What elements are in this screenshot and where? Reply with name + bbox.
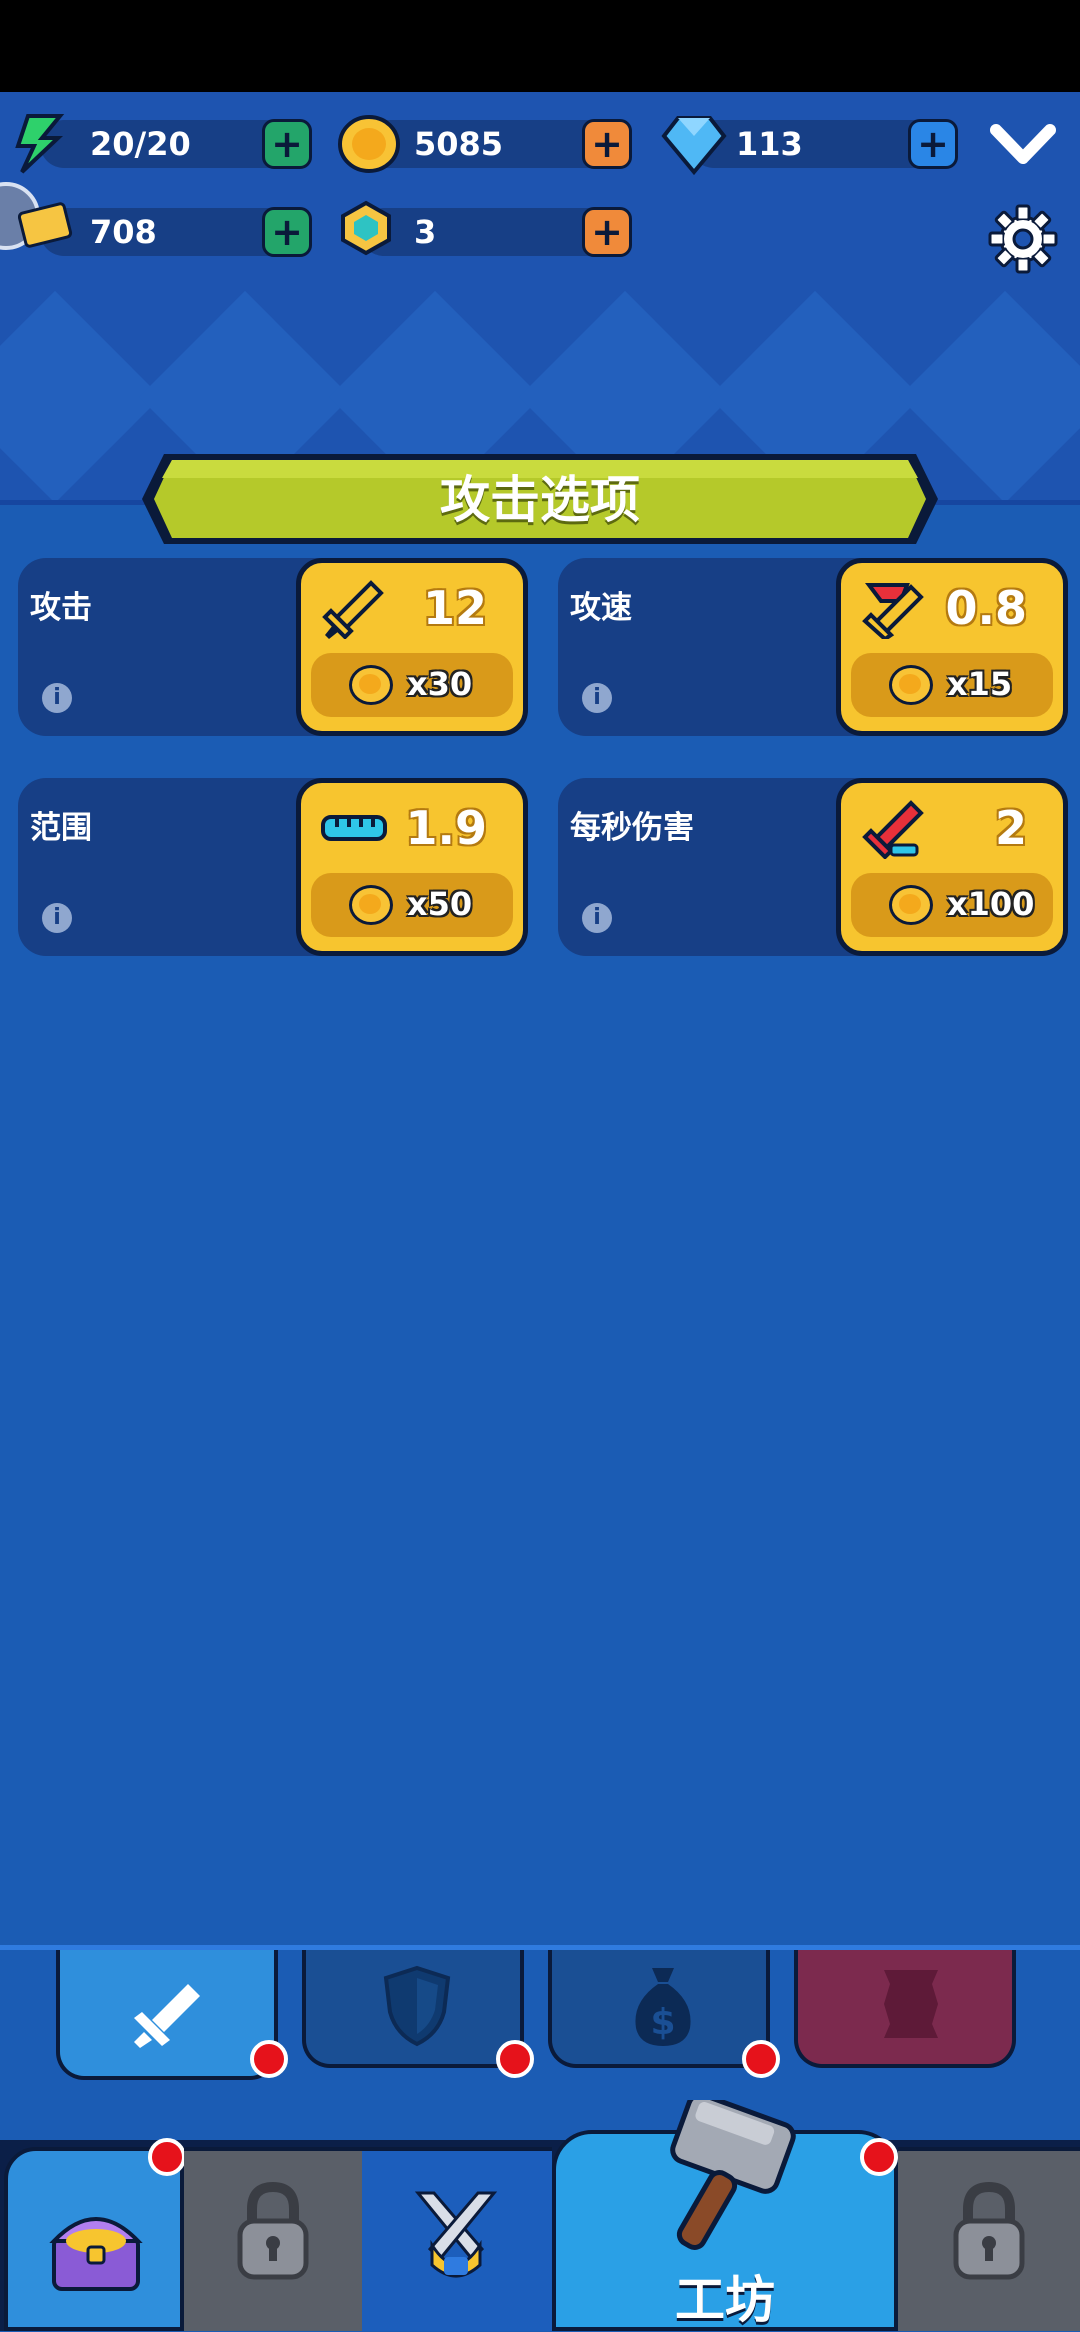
sword-icon	[322, 580, 384, 639]
nav-shop[interactable]	[4, 2147, 184, 2331]
upgrade-card-attack: 攻击 i 12 x30	[18, 558, 528, 736]
status-bar	[0, 0, 1080, 92]
upgrade-value: 12	[422, 581, 487, 635]
upgrade-cost: x15	[947, 665, 1013, 703]
notification-dot	[148, 2138, 186, 2176]
upgrade-cost: x30	[407, 665, 473, 703]
gold-coin-icon	[349, 665, 393, 705]
add-energy-button[interactable]: +	[262, 119, 312, 169]
upgrade-label: 每秒伤害	[570, 810, 694, 846]
notification-dot	[250, 2040, 288, 2078]
treasure-chest-icon	[49, 2217, 143, 2291]
workshop-label: 工坊	[675, 2271, 775, 2329]
gems-value: 113	[736, 125, 803, 163]
dps-sword-icon	[862, 800, 924, 859]
chevron-down-icon[interactable]	[990, 118, 1056, 172]
crossed-swords-icon	[414, 2191, 498, 2278]
tickets-pill	[40, 208, 300, 256]
info-icon[interactable]: i	[582, 683, 612, 713]
lock-icon	[953, 2181, 1025, 2280]
upgrade-label: 攻击	[30, 590, 92, 626]
upgrade-dps-button[interactable]: 2 x100	[836, 778, 1068, 956]
nav-battle[interactable]	[362, 2147, 552, 2331]
tab-attack[interactable]	[56, 1950, 278, 2080]
gold-coin-icon	[338, 115, 400, 173]
hammer-icon	[670, 2100, 796, 2250]
add-gems-button[interactable]: +	[908, 119, 958, 169]
lock-icon	[237, 2181, 309, 2280]
gold-value: 5085	[414, 125, 504, 163]
upgrade-cost: x100	[947, 885, 1035, 923]
info-icon[interactable]: i	[582, 903, 612, 933]
upgrade-cost: x50	[407, 885, 473, 923]
notification-dot	[860, 2138, 898, 2176]
upgrade-label: 范围	[30, 810, 92, 846]
upgrade-card-attack-speed: 攻速 i 0.8 x15	[558, 558, 1068, 736]
add-tickets-button[interactable]: +	[262, 207, 312, 257]
gold-coin-icon	[889, 885, 933, 925]
upgrade-label: 攻速	[570, 590, 632, 626]
energy-value: 20/20	[90, 125, 191, 163]
info-icon[interactable]: i	[42, 683, 72, 713]
upgrade-attack-speed-button[interactable]: 0.8 x15	[836, 558, 1068, 736]
ticket-icon	[18, 202, 73, 248]
notification-dot	[496, 2040, 534, 2078]
tickets-value: 708	[90, 213, 157, 251]
shield-icon	[383, 1965, 451, 2047]
scroll-icon	[884, 1970, 938, 2038]
upgrade-card-range: 范围 i 1.9 x50	[18, 778, 528, 956]
hex-token-icon	[341, 200, 391, 256]
upgrade-range-button[interactable]: 1.9 x50	[296, 778, 528, 956]
sword-icon	[134, 1984, 200, 2048]
blue-gem-icon	[661, 116, 727, 176]
gold-coin-icon	[349, 885, 393, 925]
gear-icon[interactable]	[988, 204, 1058, 274]
nav-locked-1[interactable]	[184, 2147, 362, 2331]
add-tokens-button[interactable]: +	[582, 207, 632, 257]
ruler-icon	[321, 815, 387, 841]
nav-workshop[interactable]: 工坊	[552, 2100, 898, 2331]
upgrade-attack-button[interactable]: 12 x30	[296, 558, 528, 736]
upgrade-value: 2	[994, 801, 1027, 855]
tab-scroll[interactable]	[794, 1950, 1016, 2068]
add-gold-button[interactable]: +	[582, 119, 632, 169]
info-icon[interactable]: i	[42, 903, 72, 933]
upgrade-card-dps: 每秒伤害 i 2 x100	[558, 778, 1068, 956]
svg-text:$: $	[650, 2002, 675, 2043]
panel-title: 攻击选项	[440, 471, 640, 529]
gold-coin-icon	[889, 665, 933, 705]
notification-dot	[742, 2040, 780, 2078]
tab-defense[interactable]	[302, 1950, 524, 2068]
tab-economy[interactable]: $	[548, 1950, 770, 2068]
upgrade-value: 1.9	[405, 801, 488, 855]
nav-locked-2[interactable]	[898, 2147, 1080, 2331]
speed-sword-icon	[862, 583, 924, 639]
tokens-value: 3	[414, 213, 437, 251]
money-bag-icon: $	[635, 1968, 691, 2046]
upgrade-value: 0.8	[945, 581, 1028, 635]
lightning-icon	[15, 114, 65, 174]
